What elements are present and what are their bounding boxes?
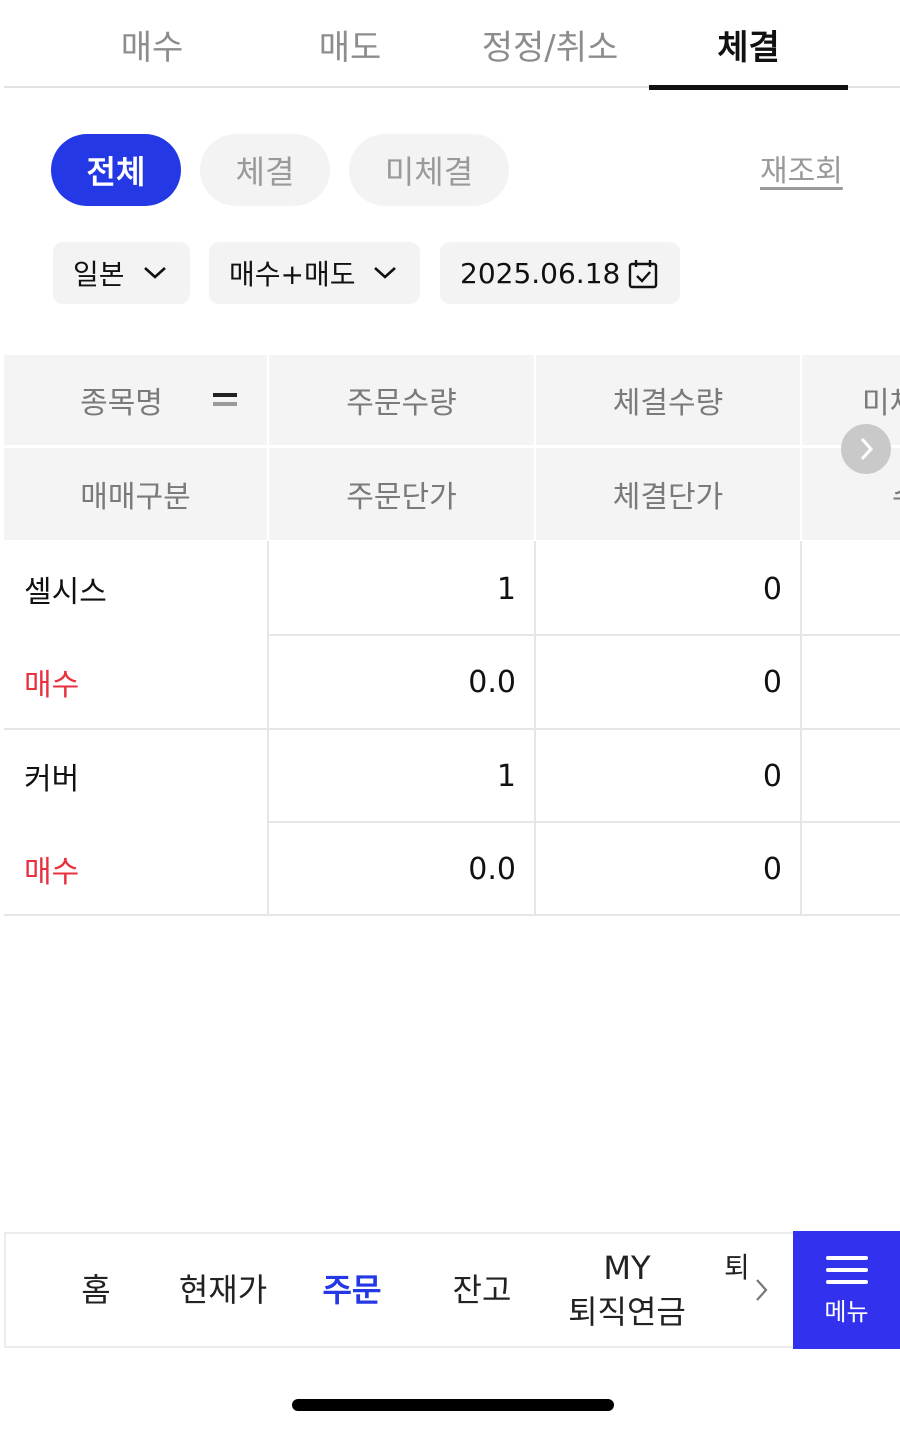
row1-order-price: 0.0 [468,664,516,700]
nav-partial-item[interactable]: 퇴 [724,1246,754,1290]
date-value: 2025.06.18 [460,256,621,290]
chevron-right-icon[interactable] [753,1277,771,1303]
filter-executed-chip[interactable]: 체결 [200,134,330,206]
row1-filled-qty: 0 [762,571,782,607]
refresh-link[interactable]: 재조회 [760,146,843,190]
tab-modify-cancel[interactable]: 정정/취소 [450,0,650,88]
grid-divider [4,914,900,916]
calendar-check-icon [628,260,658,289]
row2-trade-type: 매수 [24,855,80,890]
header-filled-price: 체결단가 [536,448,800,540]
date-picker[interactable]: 2025.06.18 [440,242,680,304]
row2-stock-name[interactable]: 커버 [24,730,264,822]
nav-my-pension-line2: 퇴직연금 [568,1293,686,1331]
grid-divider [269,821,900,823]
menu-button[interactable]: 메뉴 [793,1231,900,1349]
nav-order[interactable]: 주문 [314,1268,390,1312]
sort-toggle-icon[interactable] [212,391,238,409]
row2-filled-price: 0 [762,851,782,887]
nav-balance[interactable]: 잔고 [444,1268,520,1312]
chevron-down-icon [374,267,396,279]
side-select[interactable]: 매수+매도 [209,242,420,304]
tab-sell[interactable]: 매도 [250,0,450,88]
row1-stock-name[interactable]: 셀시스 [24,543,264,635]
chevron-down-icon [144,267,166,279]
nav-my-pension-line1: MY [603,1249,651,1287]
header-stock-name-label: 종목명 [80,386,163,421]
row1-filled-price: 0 [762,664,782,700]
header-trade-type: 매매구분 [4,448,267,540]
row2-order-qty: 1 [496,758,516,794]
header-order-price: 주문단가 [269,448,534,540]
tab-buy[interactable]: 매수 [52,0,252,88]
side-select-value: 매수+매도 [229,258,356,291]
home-indicator [292,1399,614,1411]
row1-order-qty: 1 [496,571,516,607]
grid-divider [269,634,900,636]
market-select-value: 일본 [73,258,125,291]
row2-order-price: 0.0 [468,851,516,887]
hamburger-menu-icon [825,1255,868,1284]
grid-divider [4,728,900,730]
market-select[interactable]: 일본 [53,242,190,304]
nav-home[interactable]: 홈 [60,1268,132,1312]
chevron-right-icon [860,437,874,461]
scroll-right-button[interactable] [841,424,891,474]
filter-unexecuted-chip[interactable]: 미체결 [349,134,509,206]
tab-executed[interactable]: 체결 [649,0,848,90]
header-stock-name[interactable]: 종목명 [4,355,267,445]
order-tabs: 매수 매도 정정/취소 체결 [4,0,900,90]
nav-my-pension[interactable]: MY 퇴직연금 [560,1246,694,1334]
menu-label: 메뉴 [824,1297,869,1326]
nav-current-price[interactable]: 현재가 [170,1268,276,1312]
header-order-qty: 주문수량 [269,355,534,445]
row1-trade-type: 매수 [24,668,80,703]
filter-all-chip[interactable]: 전체 [51,134,181,206]
row2-filled-qty: 0 [762,758,782,794]
header-filled-qty: 체결수량 [536,355,800,445]
